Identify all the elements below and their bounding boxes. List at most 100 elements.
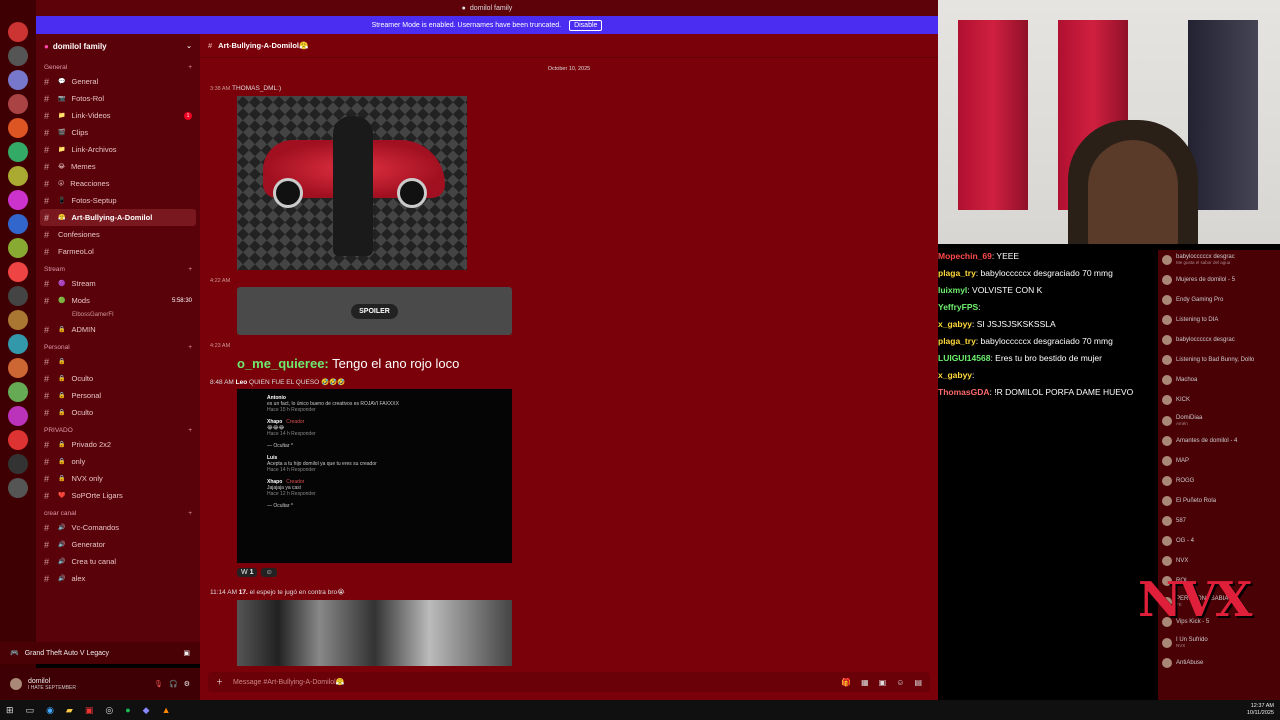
server-icon[interactable] bbox=[8, 214, 28, 234]
server-header[interactable]: ● domilol family ⌄ bbox=[36, 34, 200, 58]
server-icon[interactable] bbox=[8, 238, 28, 258]
sidebar-channel-item[interactable]: # 🔒 ADMIN bbox=[36, 321, 200, 338]
add-channel-icon[interactable]: + bbox=[188, 266, 192, 273]
gif-icon[interactable]: ▦ bbox=[861, 678, 869, 687]
reaction-w[interactable]: W 1 bbox=[237, 568, 258, 577]
member-row[interactable]: El Puñeto Rola bbox=[1162, 496, 1276, 506]
sidebar-channel-item[interactable]: # 📁 Link-Videos 1 bbox=[36, 107, 200, 124]
gift-icon[interactable]: 🎁 bbox=[841, 678, 851, 687]
channel-category[interactable]: Stream + bbox=[36, 260, 200, 275]
emoji-icon[interactable]: ☺ bbox=[896, 678, 904, 687]
photo-attachment[interactable] bbox=[237, 600, 512, 666]
member-row[interactable]: NVX bbox=[1162, 556, 1276, 566]
sidebar-channel-item[interactable]: # 📱 Fotos-Septup bbox=[36, 192, 200, 209]
channel-category[interactable]: Personal + bbox=[36, 338, 200, 353]
server-icon[interactable] bbox=[8, 454, 28, 474]
server-icon[interactable] bbox=[8, 94, 28, 114]
member-row[interactable]: AntiAbuse bbox=[1162, 658, 1276, 668]
member-row[interactable]: babylocccccx desgrac bbox=[1162, 335, 1276, 345]
server-icon[interactable] bbox=[8, 70, 28, 90]
server-icon[interactable] bbox=[8, 406, 28, 426]
member-row[interactable]: KICK bbox=[1162, 395, 1276, 405]
add-channel-icon[interactable]: + bbox=[188, 344, 192, 351]
spoiler-attachment[interactable]: SPOILER bbox=[237, 287, 512, 335]
server-icon[interactable] bbox=[8, 478, 28, 498]
sidebar-channel-item[interactable]: # 🔒 Oculto bbox=[36, 404, 200, 421]
member-row[interactable]: Endy Gaming Pro bbox=[1162, 295, 1276, 305]
member-row[interactable]: ROGG bbox=[1162, 476, 1276, 486]
add-channel-icon[interactable]: + bbox=[188, 427, 192, 434]
discord-icon[interactable]: ◆ bbox=[143, 705, 150, 716]
sidebar-channel-item[interactable]: # 😮 Reacciones bbox=[36, 175, 200, 192]
channel-category[interactable]: General + bbox=[36, 58, 200, 73]
member-row[interactable]: Amantes de domilol - 4 bbox=[1162, 436, 1276, 446]
sidebar-channel-item[interactable]: # 🔒 Personal bbox=[36, 387, 200, 404]
server-icon[interactable] bbox=[8, 358, 28, 378]
sidebar-channel-item[interactable]: # 🔒 NVX only bbox=[36, 470, 200, 487]
sidebar-channel-item[interactable]: # Confesiones bbox=[36, 226, 200, 243]
member-row[interactable]: babylocccccx desgrac Me gusta el sabor de… bbox=[1162, 254, 1276, 265]
message-composer[interactable]: ＋ Message #Art-Bullying-A-Domilol😤 🎁 ▦ ▣… bbox=[208, 672, 930, 692]
sidebar-channel-item[interactable]: # 😂 Memes bbox=[36, 158, 200, 175]
server-icon[interactable] bbox=[8, 382, 28, 402]
composer-placeholder[interactable]: Message #Art-Bullying-A-Domilol😤 bbox=[233, 678, 344, 686]
apps-icon[interactable]: ▤ bbox=[914, 678, 922, 687]
mute-icon[interactable]: 🎙 bbox=[154, 680, 163, 688]
chevron-down-icon[interactable]: ⌄ bbox=[186, 42, 192, 50]
desktop-icon[interactable]: ▭ bbox=[26, 705, 35, 716]
disable-streamer-mode-button[interactable]: Disable bbox=[569, 19, 603, 31]
member-row[interactable]: Listening to Bad Bunny, Dollo bbox=[1162, 355, 1276, 365]
deafen-icon[interactable]: 🎧 bbox=[169, 680, 178, 688]
message-author[interactable]: 17. bbox=[239, 589, 248, 596]
sidebar-channel-item[interactable]: # 😤 Art-Bullying-A-Domilol bbox=[40, 209, 196, 226]
message-author[interactable]: THOMAS_DML:) bbox=[232, 85, 281, 92]
server-icon[interactable] bbox=[8, 46, 28, 66]
server-icon[interactable] bbox=[8, 190, 28, 210]
add-channel-icon[interactable]: + bbox=[188, 64, 192, 71]
sidebar-channel-item[interactable]: # 📷 Fotos-Rol bbox=[36, 90, 200, 107]
sidebar-channel-item[interactable]: # 🔊 Generator bbox=[36, 536, 200, 553]
sticker-icon[interactable]: ▣ bbox=[879, 678, 887, 687]
spotify-icon[interactable]: ● bbox=[125, 705, 130, 715]
server-icon[interactable] bbox=[8, 142, 28, 162]
sidebar-channel-item[interactable]: ElbossGamerFI bbox=[36, 309, 200, 321]
member-row[interactable]: Machoa bbox=[1162, 375, 1276, 385]
add-reaction-icon[interactable]: ☺ bbox=[261, 568, 277, 577]
server-icon[interactable] bbox=[8, 430, 28, 450]
sidebar-channel-item[interactable]: # 🔒 only bbox=[36, 453, 200, 470]
screenshot-attachment[interactable]: Antonio es un fact, lo único bueno de cre… bbox=[237, 389, 512, 563]
sidebar-channel-item[interactable]: # 📁 Link-Archivos bbox=[36, 141, 200, 158]
app-icon-red[interactable]: ▣ bbox=[85, 705, 94, 716]
folder-icon[interactable]: ▰ bbox=[66, 705, 73, 716]
server-icon[interactable] bbox=[8, 118, 28, 138]
system-tray-clock[interactable]: 12:37 AM 10/11/2025 bbox=[1247, 703, 1274, 717]
member-row[interactable]: DomiDiaa Amén bbox=[1162, 415, 1276, 426]
channel-category[interactable]: PRIVADO + bbox=[36, 421, 200, 436]
server-icon[interactable] bbox=[8, 310, 28, 330]
member-row[interactable]: 587 bbox=[1162, 516, 1276, 526]
image-attachment[interactable] bbox=[237, 96, 467, 270]
sidebar-channel-item[interactable]: # 🔊 alex bbox=[36, 570, 200, 587]
member-row[interactable]: Mujeres de domilol - 5 bbox=[1162, 275, 1276, 285]
server-icon[interactable] bbox=[8, 286, 28, 306]
avatar[interactable] bbox=[10, 678, 22, 690]
server-icon[interactable] bbox=[8, 166, 28, 186]
chrome-icon[interactable]: ◎ bbox=[105, 705, 113, 716]
member-row[interactable]: OG - 4 bbox=[1162, 536, 1276, 546]
browser-icon[interactable]: ◉ bbox=[46, 705, 54, 716]
sidebar-channel-item[interactable]: # 🟢 Mods 5:58:30 bbox=[36, 292, 200, 309]
now-playing-bar[interactable]: 🎮 Grand Theft Auto V Legacy ▣ bbox=[0, 642, 200, 664]
sidebar-channel-item[interactable]: # 🟣 Stream bbox=[36, 275, 200, 292]
streaming-app-icon[interactable]: ▲ bbox=[162, 705, 171, 715]
sidebar-channel-item[interactable]: # 🔒 Privado 2x2 bbox=[36, 436, 200, 453]
sidebar-channel-item[interactable]: # 🔊 Crea tu canal bbox=[36, 553, 200, 570]
sidebar-channel-item[interactable]: # 🎬 Clips bbox=[36, 124, 200, 141]
overlay-icon[interactable]: ▣ bbox=[183, 649, 190, 657]
server-icon[interactable] bbox=[8, 262, 28, 282]
channel-category[interactable]: crear canal + bbox=[36, 504, 200, 519]
add-channel-icon[interactable]: + bbox=[188, 510, 192, 517]
sidebar-channel-item[interactable]: # ❤️ SoPOrte Ligars bbox=[36, 487, 200, 504]
member-row[interactable]: MAP bbox=[1162, 456, 1276, 466]
sidebar-channel-item[interactable]: # 🔊 Vc-Comandos bbox=[36, 519, 200, 536]
sidebar-channel-item[interactable]: # 🔒 Oculto bbox=[36, 370, 200, 387]
